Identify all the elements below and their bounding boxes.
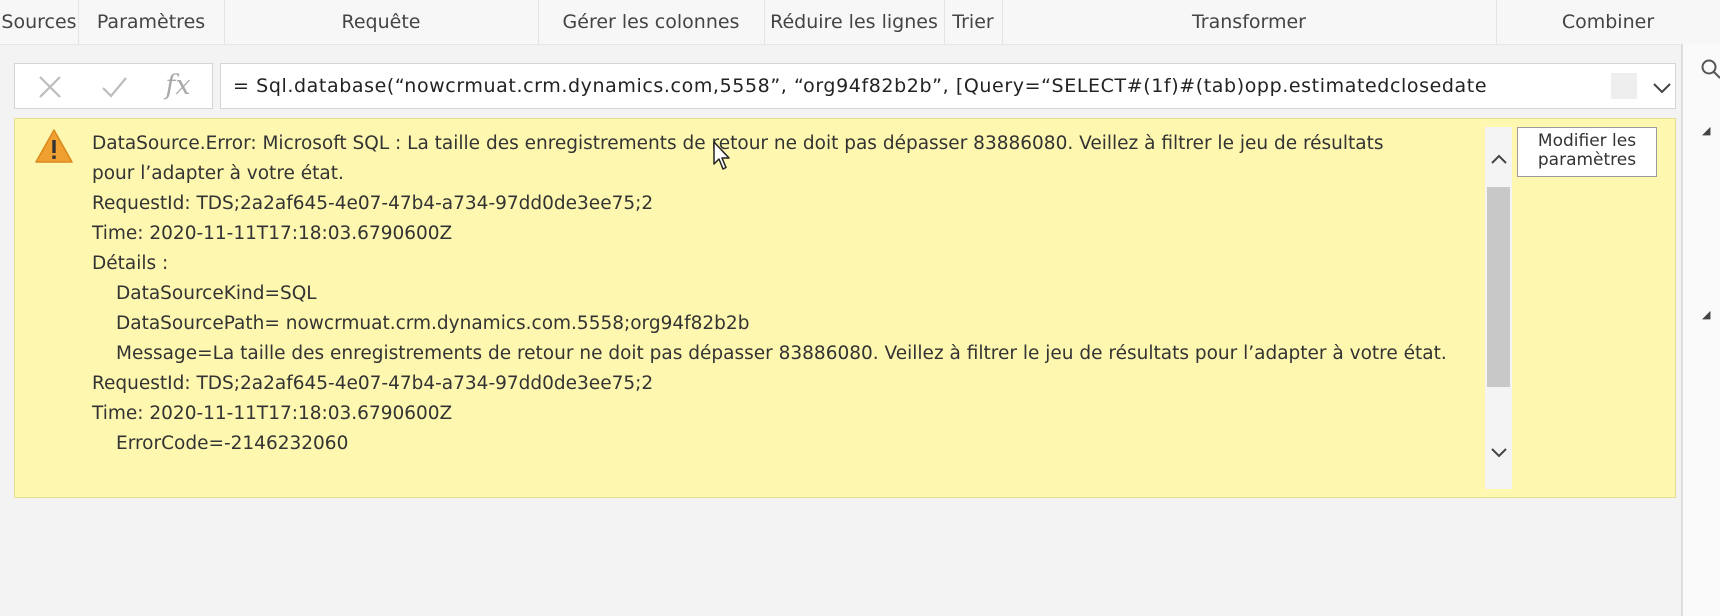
error-details-heading: Détails : bbox=[92, 253, 169, 274]
error-line: DataSource.Error: Microsoft SQL : La tai… bbox=[92, 133, 1384, 154]
chevron-up-icon[interactable] bbox=[1485, 145, 1512, 171]
formula-scrollbar[interactable] bbox=[1611, 73, 1637, 99]
chevron-down-icon[interactable] bbox=[1649, 64, 1675, 108]
formula-input[interactable]: = Sql.database(“nowcrmuat.crm.dynamics.c… bbox=[220, 63, 1676, 109]
modify-button-line1: Modifier les bbox=[1537, 131, 1637, 151]
ribbon-group-transformer[interactable]: Transformer bbox=[1002, 0, 1497, 44]
error-time: Time: 2020-11-11T17:18:03.6790600Z bbox=[92, 403, 453, 424]
ribbon-group-combiner[interactable]: Combiner bbox=[1496, 0, 1720, 44]
collapse-triangle-icon[interactable]: ◢ bbox=[1702, 308, 1710, 321]
error-line: pour l’adapter à votre état. bbox=[92, 163, 344, 184]
scrollbar-thumb[interactable] bbox=[1487, 187, 1510, 387]
error-detail-message: Message=La taille des enregistrements de… bbox=[116, 343, 1447, 364]
close-icon[interactable] bbox=[19, 64, 81, 108]
search-icon[interactable] bbox=[1700, 58, 1720, 86]
ribbon: Sources Paramètres Requête Gérer les col… bbox=[0, 0, 1720, 45]
error-code: ErrorCode=-2146232060 bbox=[116, 433, 349, 454]
error-panel: DataSource.Error: Microsoft SQL : La tai… bbox=[14, 118, 1676, 498]
error-request-id: RequestId: TDS;2a2af645-4e07-47b4-a734-9… bbox=[92, 193, 654, 214]
fx-icon[interactable]: fx bbox=[147, 64, 209, 108]
chevron-down-icon[interactable] bbox=[1485, 439, 1512, 465]
error-datasource-path: DataSourcePath= nowcrmuat.crm.dynamics.c… bbox=[116, 313, 750, 334]
ribbon-group-requete[interactable]: Requête bbox=[224, 0, 539, 44]
ribbon-group-reduire-lignes[interactable]: Réduire les lignes bbox=[764, 0, 945, 44]
modify-settings-button[interactable]: Modifier les paramètres bbox=[1517, 127, 1657, 177]
formula-bar-buttons: fx bbox=[14, 63, 213, 109]
error-scrollbar[interactable] bbox=[1485, 127, 1512, 489]
collapse-triangle-icon[interactable]: ◢ bbox=[1702, 124, 1710, 137]
check-icon[interactable] bbox=[83, 64, 145, 108]
error-datasource-kind: DataSourceKind=SQL bbox=[116, 283, 317, 304]
error-message: DataSource.Error: Microsoft SQL : La tai… bbox=[92, 129, 1482, 459]
formula-text[interactable]: = Sql.database(“nowcrmuat.crm.dynamics.c… bbox=[233, 64, 1623, 108]
ribbon-group-sources[interactable]: Sources bbox=[0, 0, 79, 44]
ribbon-group-parametres[interactable]: Paramètres bbox=[78, 0, 225, 44]
error-time: Time: 2020-11-11T17:18:03.6790600Z bbox=[92, 223, 453, 244]
warning-icon bbox=[33, 127, 75, 167]
ribbon-group-gerer-colonnes[interactable]: Gérer les colonnes bbox=[538, 0, 765, 44]
ribbon-group-trier[interactable]: Trier bbox=[944, 0, 1003, 44]
modify-button-line2: paramètres bbox=[1537, 150, 1637, 170]
mouse-cursor-icon bbox=[712, 140, 732, 172]
error-request-id: RequestId: TDS;2a2af645-4e07-47b4-a734-9… bbox=[92, 373, 654, 394]
